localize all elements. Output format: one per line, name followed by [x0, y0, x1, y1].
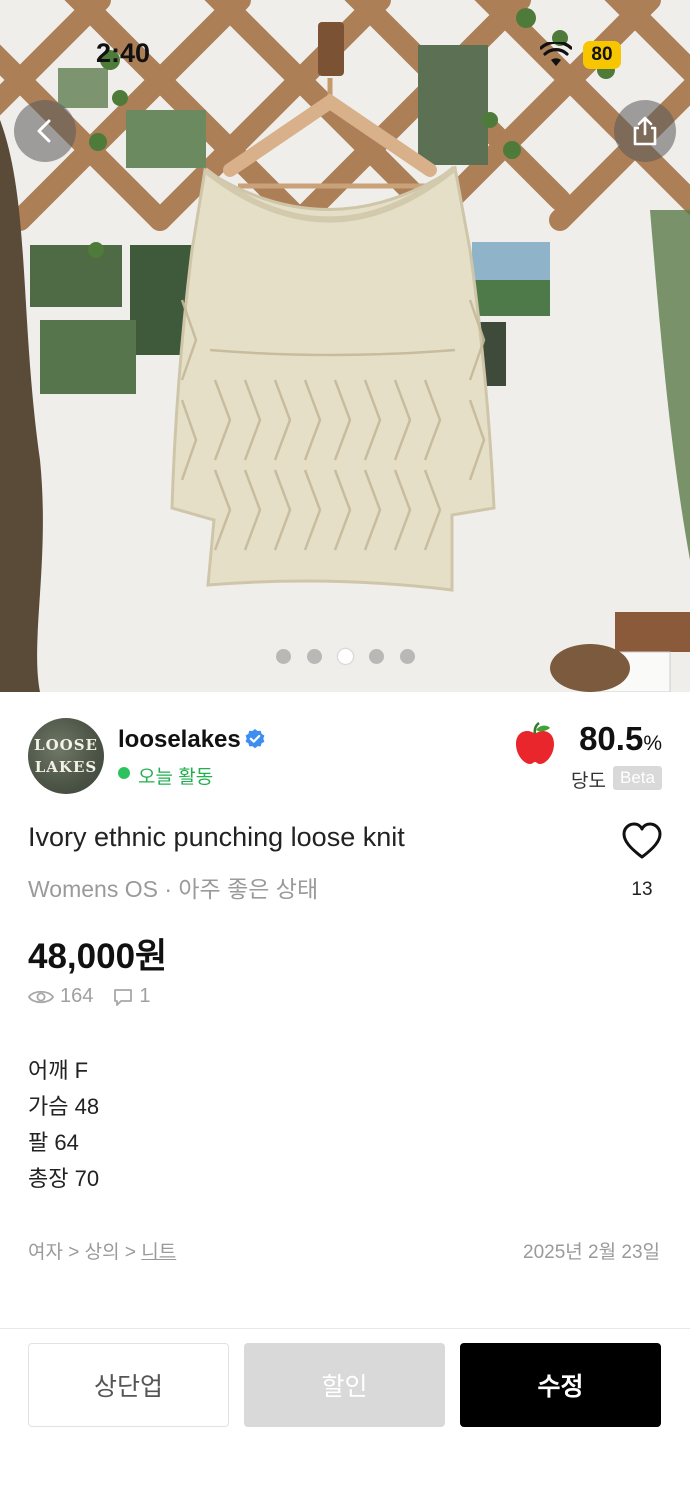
share-button[interactable]	[614, 100, 676, 162]
like-count: 13	[631, 879, 653, 900]
posted-date: 2025년 2월 23일	[523, 1242, 660, 1263]
eye-icon	[28, 990, 54, 1003]
product-subtitle: Womens OS · 아주 좋은 상태	[28, 876, 319, 902]
view-count: 164	[60, 985, 94, 1007]
product-photo-gallery[interactable]: 2:40 80	[0, 0, 690, 692]
back-button[interactable]	[14, 100, 76, 162]
description-line: 가슴 48	[28, 1094, 100, 1119]
avatar-logo-text: LOOSE LAKES	[34, 736, 98, 776]
score-value: 80.5%	[579, 720, 662, 757]
gallery-dot[interactable]	[306, 649, 322, 664]
product-price: 48,000원	[28, 937, 168, 976]
status-time: 2:40	[96, 38, 151, 68]
seller-avatar[interactable]: LOOSE LAKES	[28, 718, 104, 794]
category-link-knit[interactable]: 니트	[141, 1242, 176, 1263]
gallery-dot[interactable]	[399, 649, 415, 664]
gallery-pagination[interactable]	[0, 649, 690, 664]
category-breadcrumb: 여자 > 상의 > 니트	[28, 1242, 177, 1263]
product-description: 어깨 F 가슴 48 팔 64 총장 70	[28, 1053, 99, 1197]
wifi-icon	[540, 42, 572, 66]
seller-row[interactable]: LOOSE LAKES looselakes 오늘 활동 80.5% 당도 Be…	[28, 716, 662, 796]
product-stats: 164 1	[28, 985, 151, 1008]
beta-badge: Beta	[613, 766, 662, 790]
bump-button[interactable]: 상단업	[28, 1343, 229, 1427]
edit-button[interactable]: 수정	[460, 1343, 661, 1427]
active-status-dot	[118, 767, 130, 779]
description-line: 어깨 F	[28, 1058, 89, 1083]
seller-activity: 오늘 활동	[138, 767, 214, 788]
product-photo	[0, 0, 690, 692]
product-title: Ivory ethnic punching loose knit	[28, 822, 405, 852]
chevron-left-icon	[37, 119, 51, 143]
sweetness-score[interactable]: 80.5% 당도 Beta	[512, 718, 662, 798]
description-line: 총장 70	[28, 1166, 100, 1191]
score-label: 당도	[571, 771, 606, 792]
battery-indicator: 80	[583, 41, 621, 69]
description-line: 팔 64	[28, 1130, 79, 1155]
like-button[interactable]: 13	[614, 822, 670, 901]
status-bar: 2:40 80	[0, 38, 690, 74]
verified-badge-icon	[245, 729, 265, 749]
discount-button[interactable]: 할인	[244, 1343, 445, 1427]
bottom-divider	[0, 1328, 690, 1329]
apple-icon	[516, 722, 554, 764]
comment-count: 1	[139, 985, 151, 1007]
gallery-dot[interactable]	[337, 649, 353, 664]
gallery-dot[interactable]	[275, 649, 291, 664]
heart-icon	[622, 822, 662, 859]
share-icon	[633, 116, 657, 146]
gallery-dot[interactable]	[368, 649, 384, 664]
seller-name[interactable]: looselakes	[118, 726, 241, 754]
comment-icon	[114, 988, 133, 1006]
